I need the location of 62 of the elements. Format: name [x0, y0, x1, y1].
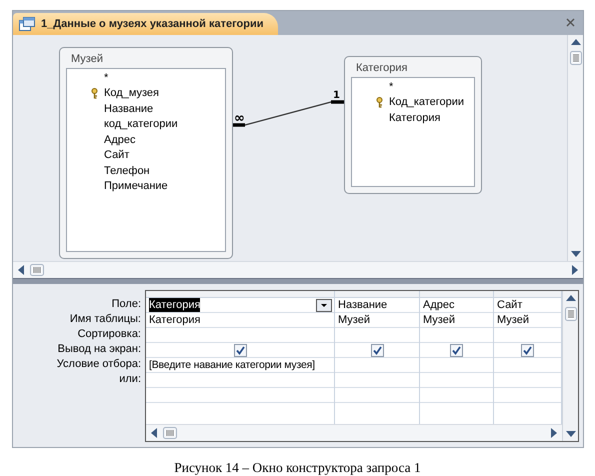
vertical-scrollbar[interactable] — [562, 291, 578, 441]
field-name[interactable]: Код_категории — [389, 96, 464, 108]
scroll-thumb-icon[interactable] — [30, 264, 44, 276]
scroll-right-icon[interactable] — [572, 265, 578, 275]
table-cell[interactable]: Музей — [494, 313, 561, 328]
row-label: Поле: — [110, 297, 141, 312]
table-cell[interactable]: Категория — [146, 298, 334, 313]
field-name[interactable]: код_категории — [104, 118, 178, 130]
document-tab[interactable]: 1_Данные о музеях указанной категории — [13, 13, 278, 35]
criteria-value[interactable]: [Введите навание категории музея] — [149, 358, 315, 372]
field-value[interactable]: Адрес — [423, 298, 454, 312]
show-checkbox[interactable] — [370, 344, 384, 356]
scroll-up-icon[interactable] — [570, 39, 580, 45]
table-cell[interactable]: Категория — [146, 313, 334, 328]
table-cell[interactable]: Музей — [420, 313, 493, 328]
one-label: 1 — [333, 90, 340, 101]
field-name[interactable]: Телефон — [104, 164, 150, 177]
vertical-scrollbar[interactable] — [567, 35, 583, 261]
row-label: Сортировка: — [76, 327, 141, 342]
figure-caption: Рисунок 14 – Окно конструктора запроса 1 — [173, 460, 422, 476]
show-checkbox[interactable] — [450, 344, 463, 356]
table-cell[interactable]: Адрес — [420, 298, 493, 313]
row-label: Имя таблицы: — [68, 312, 141, 327]
table-cell[interactable]: Сайт — [494, 298, 561, 313]
field-name[interactable]: Примечание — [104, 180, 168, 192]
relationship-line[interactable] — [231, 100, 344, 127]
show-checkbox[interactable] — [521, 344, 534, 356]
scroll-left-icon[interactable] — [151, 428, 157, 438]
field-name[interactable]: Сайт — [104, 149, 130, 162]
scroll-down-icon[interactable] — [570, 251, 580, 257]
scroll-left-icon[interactable] — [18, 265, 24, 275]
field-value[interactable]: Название — [338, 298, 388, 312]
scroll-right-icon[interactable] — [551, 428, 557, 438]
scroll-down-icon[interactable] — [566, 431, 576, 437]
field-name[interactable]: Категория — [389, 112, 440, 124]
query-icon — [19, 17, 35, 31]
table-cell[interactable]: Музей — [335, 313, 419, 328]
field-name[interactable]: Адрес — [104, 134, 136, 146]
show-checkbox[interactable] — [234, 344, 246, 356]
horizontal-scrollbar[interactable] — [146, 424, 562, 441]
field-value[interactable]: Сайт — [497, 298, 522, 312]
scroll-up-icon[interactable] — [566, 295, 576, 301]
table-cell[interactable]: Название — [335, 298, 419, 313]
close-icon[interactable] — [566, 18, 575, 27]
scroll-thumb-icon[interactable] — [163, 427, 177, 439]
scroll-thumb-icon[interactable] — [564, 307, 576, 321]
field-name[interactable]: Название — [104, 102, 154, 115]
field-name[interactable]: * — [389, 80, 394, 93]
field-name[interactable]: * — [104, 72, 108, 84]
field-value[interactable]: Категория — [149, 298, 200, 312]
dropdown-button[interactable] — [316, 299, 332, 312]
row-label: Вывод на экран: — [56, 342, 141, 357]
field-name[interactable]: Код_музея — [104, 87, 159, 100]
table-title: Музей — [70, 52, 104, 67]
horizontal-scrollbar[interactable] — [13, 261, 583, 278]
row-label: Условие отбора: — [56, 357, 141, 372]
row-label: или: — [118, 372, 141, 387]
table-box[interactable]: Музей * Код_музея Название код_категории Адрес Сайт Телефон Примечание — [59, 47, 233, 259]
many-label: ∞ — [234, 111, 245, 126]
table-box[interactable]: Категория * Код_категории Категория — [344, 56, 482, 194]
scroll-thumb-icon[interactable] — [570, 51, 582, 65]
table-title: Категория — [355, 61, 408, 76]
